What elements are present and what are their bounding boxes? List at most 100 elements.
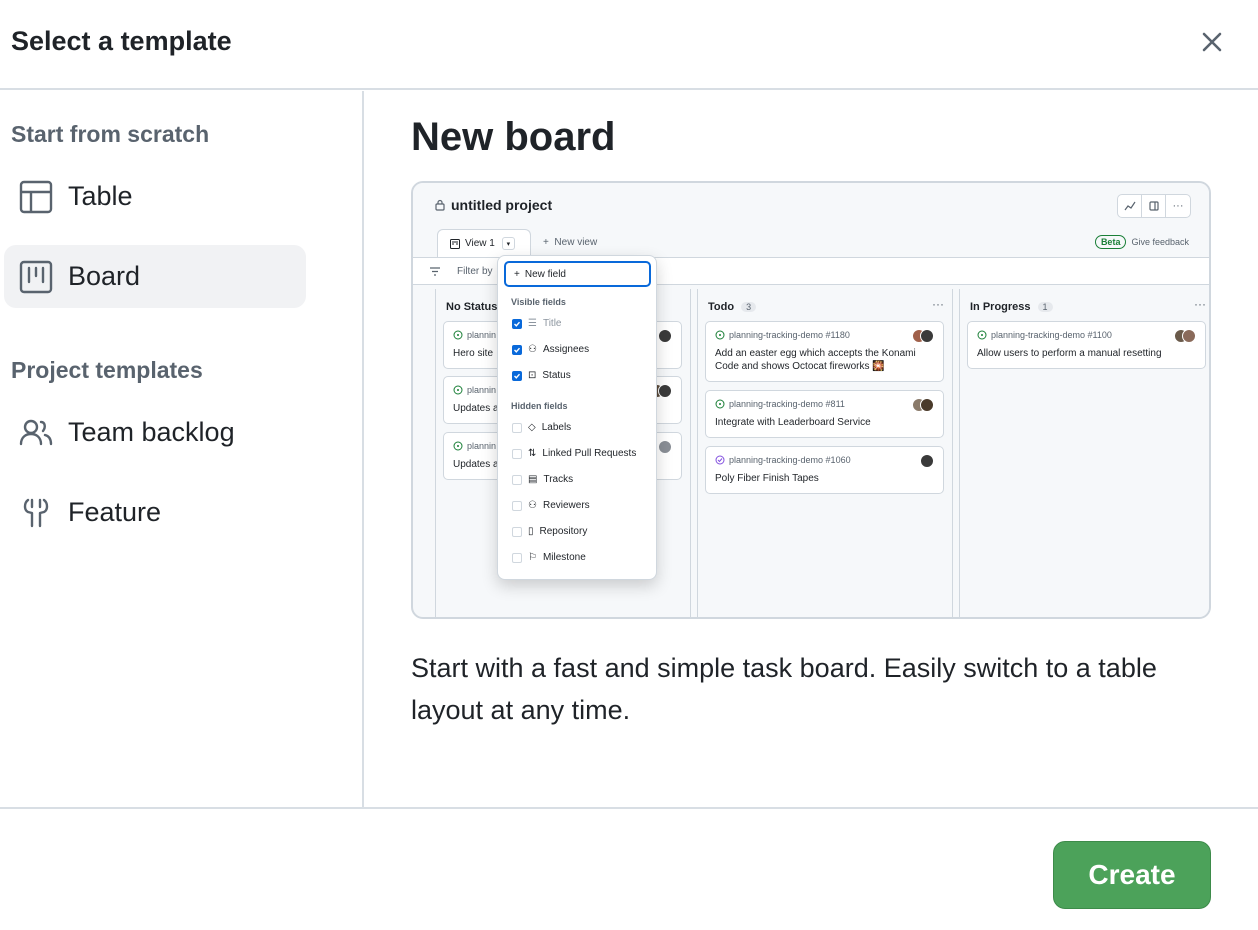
side-panel-icon — [1142, 195, 1166, 217]
dialog-title: Select a template — [11, 26, 232, 56]
field-row: ⚇ Assignees — [512, 344, 589, 355]
preview-view-tab: View 1 ▾ — [437, 229, 531, 257]
preview-view-tab-label: View 1 — [465, 238, 495, 249]
preview-card: planning-tracking-demo #811 Integrate wi… — [705, 390, 944, 438]
sidebar-item-label: Feature — [68, 497, 162, 527]
card-meta-text: plannin — [467, 441, 497, 451]
card-meta-text: plannin — [467, 385, 497, 395]
card-meta-text: planning-tracking-demo #1060 — [729, 455, 851, 465]
column-name: No Status — [446, 301, 498, 313]
table-icon — [18, 179, 54, 215]
card-meta: plannin — [453, 385, 496, 395]
hidden-fields-head: Hidden fields — [511, 401, 568, 411]
preview-new-view-label: New view — [554, 237, 598, 248]
checkbox-icon — [512, 552, 522, 563]
sidebar-item-label: Board — [68, 261, 141, 291]
preview-project-name: untitled project — [451, 197, 553, 213]
issue-open-icon — [715, 330, 725, 340]
checkbox-checked-icon — [512, 370, 522, 381]
preview-header: untitled project ··· View 1 ▾ + New view… — [413, 183, 1209, 261]
sidebar-item-board[interactable]: Board — [4, 245, 306, 308]
card-meta: planning-tracking-demo #1180 — [715, 330, 850, 340]
card-meta: plannin — [453, 441, 496, 451]
column-menu-icon: ··· — [1194, 297, 1206, 311]
card-meta-text: plannin — [467, 330, 497, 340]
field-label: Status — [542, 370, 571, 381]
field-label: Assignees — [542, 344, 590, 355]
field-row: ⚇ Reviewers — [512, 500, 590, 511]
card-meta-text: planning-tracking-demo #1180 — [729, 330, 850, 340]
create-button[interactable]: Create — [1053, 841, 1211, 909]
kebab-icon: ··· — [1172, 200, 1184, 212]
chevron-down-icon: ▾ — [501, 237, 515, 250]
avatar — [920, 398, 934, 412]
card-meta-text: planning-tracking-demo #1100 — [991, 330, 1112, 340]
preview-actions: ··· — [1117, 194, 1191, 218]
preview-column-todo: Todo 3 ··· planning-tracking-demo #1180 A… — [697, 289, 953, 617]
template-dialog: Select a template Start from scratch Tab… — [0, 0, 1258, 930]
lock-icon — [435, 199, 445, 211]
field-row: ⇅ Linked Pull Requests — [512, 448, 636, 459]
list-icon: ☰ — [528, 318, 537, 329]
card-meta: planning-tracking-demo #1100 — [977, 330, 1112, 340]
section-label-templates: Project templates — [11, 357, 203, 383]
sidebar-item-team-backlog[interactable]: Team backlog — [4, 401, 306, 464]
avatar — [658, 440, 672, 454]
field-row: ☰ Title — [512, 318, 562, 329]
people-icon — [18, 415, 54, 451]
board-preview-image: untitled project ··· View 1 ▾ + New view… — [411, 181, 1211, 619]
checkbox-icon — [512, 526, 522, 537]
preview-beta: Beta Give feedback — [1094, 235, 1189, 249]
template-title: New board — [411, 115, 616, 159]
preview-fields-dropdown: + New field Visible fields ☰ Title ⚇ Assig… — [497, 255, 657, 580]
card-meta: planning-tracking-demo #1060 — [715, 455, 851, 465]
field-label: Tracks — [543, 474, 574, 485]
card-title: Allow users to perform a manual resettin… — [977, 348, 1162, 359]
column-header: No Status — [446, 301, 497, 313]
avatar — [658, 329, 672, 343]
issue-closed-icon — [715, 455, 725, 465]
sidebar-item-table[interactable]: Table — [4, 165, 306, 228]
avatar — [658, 384, 672, 398]
field-row: ⚐ Milestone — [512, 552, 586, 563]
preview-card: planning-tracking-demo #1060 Poly Fiber … — [705, 446, 944, 494]
new-field-label: New field — [524, 268, 566, 280]
preview-card: planning-tracking-demo #1180 Add an east… — [705, 321, 944, 382]
template-description: Start with a fast and simple task board.… — [411, 653, 1157, 725]
column-menu-icon: ··· — [932, 297, 944, 311]
card-meta-text: planning-tracking-demo #811 — [729, 399, 845, 409]
card-title: Integrate with Leaderboard Service — [715, 417, 871, 428]
field-row: ◇ Labels — [512, 422, 571, 433]
preview-filter-text: Filter by — [457, 266, 493, 277]
filter-icon — [430, 267, 440, 276]
preview-project-title: untitled project — [435, 197, 552, 213]
single-select-icon: ⊡ — [528, 370, 537, 381]
column-name: Todo — [708, 301, 735, 313]
close-button[interactable] — [1196, 26, 1228, 58]
field-row: ▯ Repository — [512, 526, 587, 537]
column-name: In Progress — [970, 301, 1031, 313]
beta-badge: Beta — [1094, 235, 1127, 249]
preview-new-field: + New field — [504, 261, 651, 287]
issue-open-icon — [453, 330, 463, 340]
section-label-scratch: Start from scratch — [11, 121, 210, 147]
close-icon — [1202, 32, 1222, 52]
issue-open-icon — [453, 441, 463, 451]
checkbox-icon — [512, 422, 522, 433]
field-label: Repository — [539, 526, 588, 537]
checkbox-checked-icon — [512, 318, 522, 329]
checkbox-checked-icon — [512, 344, 522, 355]
card-meta: plannin — [453, 330, 496, 340]
board-icon — [450, 238, 460, 249]
board-icon — [18, 259, 54, 295]
field-label: Linked Pull Requests — [542, 448, 637, 459]
card-meta: planning-tracking-demo #811 — [715, 399, 845, 409]
field-label: Title — [542, 318, 562, 329]
sidebar-item-feature[interactable]: Feature — [4, 481, 306, 544]
avatar — [1182, 329, 1196, 343]
issue-open-icon — [977, 330, 987, 340]
field-label: Milestone — [542, 552, 586, 563]
pull-request-icon: ⇅ — [528, 448, 537, 459]
field-row: ⊡ Status — [512, 370, 571, 381]
checkbox-icon — [512, 474, 522, 485]
